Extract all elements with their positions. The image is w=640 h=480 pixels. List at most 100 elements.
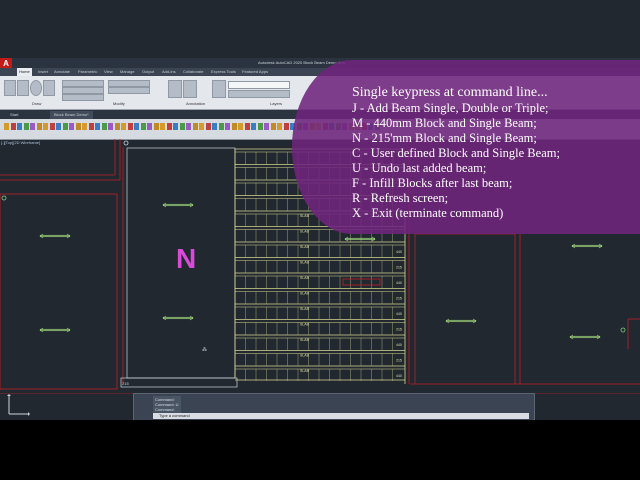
span-arrow-icon (344, 236, 376, 242)
span-arrow-icon (569, 334, 601, 340)
polyline-tool-icon[interactable] (17, 80, 29, 96)
toolbar-tool-icon[interactable] (95, 123, 100, 130)
toolbar-tool-icon[interactable] (147, 123, 152, 130)
beam-dim-label: SLAB (300, 276, 310, 280)
tab-insert[interactable]: Insert (38, 68, 48, 76)
toolbar-tool-icon[interactable] (257, 123, 263, 130)
toolbar-tool-icon[interactable] (114, 123, 120, 130)
toolbar-tool-icon[interactable] (82, 123, 87, 130)
toolbar-tool-icon[interactable] (134, 123, 139, 130)
span-arrow-icon (39, 327, 71, 333)
toolbar-tool-icon[interactable] (192, 123, 198, 130)
toolbar-tool-icon[interactable] (75, 123, 81, 130)
ucs-icon (7, 394, 30, 416)
toolbar-tool-icon[interactable] (30, 123, 35, 130)
beam-dim-label: 215 (396, 359, 402, 363)
layer-tools-row[interactable] (228, 90, 290, 98)
toolbar-tool-icon[interactable] (166, 123, 172, 130)
span-arrow-icon (39, 233, 71, 239)
layer-properties-icon[interactable] (212, 80, 226, 98)
move-tool-icon[interactable] (62, 80, 104, 87)
toolbar-tool-icon[interactable] (69, 123, 74, 130)
beam-dim-label: SLAB (300, 230, 310, 234)
keypress-help-text: Single keypress at command line... J - A… (352, 84, 560, 221)
toolbar-tool-icon[interactable] (62, 123, 68, 130)
line-tool-icon[interactable] (4, 80, 16, 96)
toolbar-tool-icon[interactable] (23, 123, 29, 130)
beam-dim-label: SLAB (300, 369, 310, 373)
text-tool-icon[interactable] (168, 80, 182, 98)
toolbar-tool-icon[interactable] (127, 123, 133, 130)
toolbar-tool-icon[interactable] (205, 123, 211, 130)
dimension-tool-icon[interactable] (183, 80, 197, 98)
slab-dim-label: 215 (122, 381, 129, 386)
overlay-line-j: J - Add Beam Single, Double or Triple; (352, 101, 549, 115)
tab-output[interactable]: Output (142, 68, 154, 76)
toolbar-tool-icon[interactable] (238, 123, 243, 130)
beam-dim-label: SLAB (300, 245, 310, 249)
toolbar-tool-icon[interactable] (121, 123, 126, 130)
layer-dropdown[interactable] (228, 81, 290, 89)
beam-dim-label: 215 (396, 328, 402, 332)
tab-add-ins[interactable]: Add-ins (162, 68, 176, 76)
toolbar-tool-icon[interactable] (108, 123, 113, 130)
trim-tool-icon[interactable] (108, 80, 150, 87)
toolbar-tool-icon[interactable] (225, 123, 230, 130)
toolbar-tool-icon[interactable] (43, 123, 48, 130)
toolbar-tool-icon[interactable] (140, 123, 146, 130)
circle-tool-icon[interactable] (30, 80, 42, 96)
command-input[interactable]: Type a command (153, 413, 529, 419)
toolbar-tool-icon[interactable] (49, 123, 55, 130)
file-tab-block-beam-demo[interactable]: Block Beam Demo* (50, 111, 93, 119)
stretch-tool-icon[interactable] (62, 94, 104, 101)
tab-annotate[interactable]: Annotate (54, 68, 70, 76)
tab-view[interactable]: View (104, 68, 113, 76)
arc-tool-icon[interactable] (43, 80, 55, 96)
toolbar-tool-icon[interactable] (17, 123, 22, 130)
toolbar-tool-icon[interactable] (56, 123, 61, 130)
beam-dim-label: SLAB (300, 338, 310, 342)
toolbar-tool-icon[interactable] (153, 123, 159, 130)
toolbar-tool-icon[interactable] (218, 123, 224, 130)
beam-dim-label: 440 (396, 250, 402, 254)
toolbar-tool-icon[interactable] (270, 123, 276, 130)
north-label: N (176, 243, 197, 274)
toolbar-tool-icon[interactable] (283, 123, 289, 130)
toolbar-tool-icon[interactable] (160, 123, 165, 130)
span-arrow-icon (162, 202, 194, 208)
overlay-line-u: U - Undo last added beam; (352, 161, 487, 175)
panel-label-draw: Draw (32, 101, 42, 106)
tab-collaborate[interactable]: Collaborate (183, 68, 203, 76)
toolbar-tool-icon[interactable] (173, 123, 178, 130)
toolbar-tool-icon[interactable] (88, 123, 94, 130)
overlay-line-f: F - Infill Blocks after last beam; (352, 176, 513, 190)
toolbar-tool-icon[interactable] (4, 123, 9, 130)
beam-dim-label: SLAB (300, 214, 310, 218)
beam-dim-label: 440 (396, 343, 402, 347)
toolbar-tool-icon[interactable] (36, 123, 42, 130)
beam-dim-label: 215 (396, 297, 402, 301)
toolbar-tool-icon[interactable] (179, 123, 185, 130)
file-tab-start[interactable]: Start (6, 111, 22, 119)
toolbar-tool-icon[interactable] (186, 123, 191, 130)
toolbar-tool-icon[interactable] (199, 123, 204, 130)
toolbar-tool-icon[interactable] (212, 123, 217, 130)
tab-parametric[interactable]: Parametric (78, 68, 97, 76)
beam-dim-label: SLAB (300, 354, 310, 358)
toolbar-tool-icon[interactable] (264, 123, 269, 130)
mirror-tool-icon[interactable] (108, 87, 150, 94)
toolbar-tool-icon[interactable] (101, 123, 107, 130)
toolbar-tool-icon[interactable] (277, 123, 282, 130)
toolbar-tool-icon[interactable] (10, 123, 16, 130)
toolbar-tool-icon[interactable] (244, 123, 250, 130)
toolbar-tool-icon[interactable] (231, 123, 237, 130)
void-outline (342, 278, 381, 286)
toolbar-tool-icon[interactable] (251, 123, 256, 130)
beam-dim-label: 215 (396, 266, 402, 270)
tab-express-tools[interactable]: Express Tools (211, 68, 236, 76)
tab-featured-apps[interactable]: Featured Apps (242, 68, 268, 76)
overlay-line-n: N - 215'mm Block and Single Beam; (352, 131, 537, 145)
tab-manage[interactable]: Manage (120, 68, 134, 76)
copy-tool-icon[interactable] (62, 87, 104, 94)
tab-home[interactable]: Home (17, 68, 32, 76)
